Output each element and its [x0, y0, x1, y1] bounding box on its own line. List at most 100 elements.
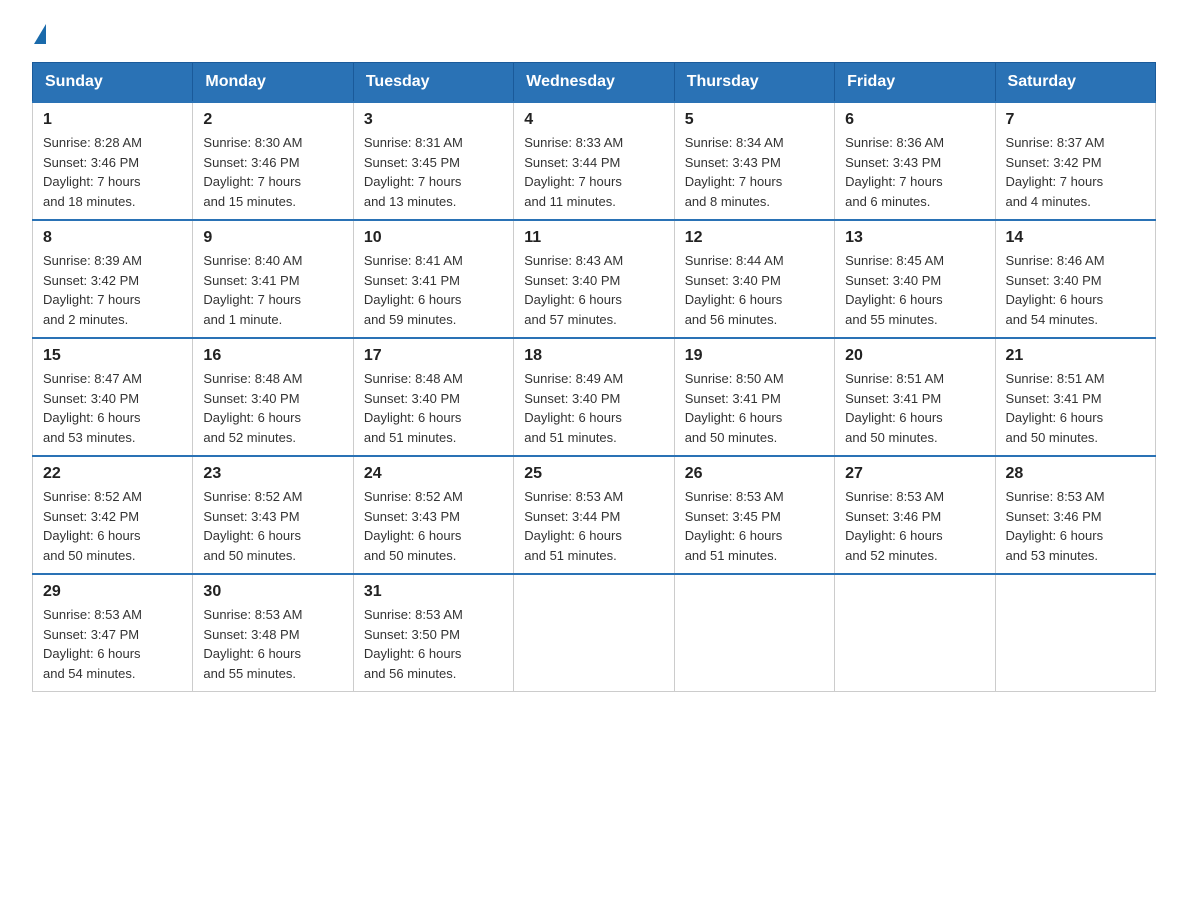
calendar-cell: 22 Sunrise: 8:52 AM Sunset: 3:42 PM Dayli… — [33, 456, 193, 574]
day-number: 29 — [43, 583, 182, 601]
calendar-cell: 13 Sunrise: 8:45 AM Sunset: 3:40 PM Dayli… — [835, 220, 995, 338]
calendar-cell: 3 Sunrise: 8:31 AM Sunset: 3:45 PM Daylig… — [353, 102, 513, 220]
day-info: Sunrise: 8:40 AM Sunset: 3:41 PM Dayligh… — [203, 251, 342, 329]
calendar-cell: 10Sunrise: 8:41 AM Sunset: 3:41 PM Dayli… — [353, 220, 513, 338]
weekday-header-friday: Friday — [835, 63, 995, 103]
day-number: 26 — [685, 465, 824, 483]
day-info: Sunrise: 8:33 AM Sunset: 3:44 PM Dayligh… — [524, 133, 663, 211]
day-info: Sunrise: 8:52 AM Sunset: 3:43 PM Dayligh… — [364, 487, 503, 565]
calendar-cell: 7Sunrise: 8:37 AM Sunset: 3:42 PM Daylig… — [995, 102, 1155, 220]
day-info: Sunrise: 8:52 AM Sunset: 3:43 PM Dayligh… — [203, 487, 342, 565]
day-info: Sunrise: 8:34 AM Sunset: 3:43 PM Dayligh… — [685, 133, 824, 211]
day-info: Sunrise: 8:37 AM Sunset: 3:42 PM Dayligh… — [1006, 133, 1145, 211]
calendar-cell: 25 Sunrise: 8:53 AM Sunset: 3:44 PM Dayli… — [514, 456, 674, 574]
calendar-cell: 21 Sunrise: 8:51 AM Sunset: 3:41 PM Dayli… — [995, 338, 1155, 456]
calendar-cell — [674, 574, 834, 692]
day-number: 8 — [43, 229, 182, 247]
calendar-cell — [835, 574, 995, 692]
calendar-cell: 19 Sunrise: 8:50 AM Sunset: 3:41 PM Dayli… — [674, 338, 834, 456]
weekday-header-thursday: Thursday — [674, 63, 834, 103]
day-number: 6 — [845, 111, 984, 129]
day-number: 5 — [685, 111, 824, 129]
logo — [32, 24, 46, 42]
weekday-header-tuesday: Tuesday — [353, 63, 513, 103]
day-number: 24 — [364, 465, 503, 483]
day-number: 1 — [43, 111, 182, 129]
day-number: 23 — [203, 465, 342, 483]
day-info: Sunrise: 8:51 AM Sunset: 3:41 PM Dayligh… — [845, 369, 984, 447]
day-info: Sunrise: 8:51 AM Sunset: 3:41 PM Dayligh… — [1006, 369, 1145, 447]
day-info: Sunrise: 8:48 AM Sunset: 3:40 PM Dayligh… — [364, 369, 503, 447]
day-info: Sunrise: 8:39 AM Sunset: 3:42 PM Dayligh… — [43, 251, 182, 329]
calendar-cell: 17 Sunrise: 8:48 AM Sunset: 3:40 PM Dayli… — [353, 338, 513, 456]
calendar-cell: 18 Sunrise: 8:49 AM Sunset: 3:40 PM Dayli… — [514, 338, 674, 456]
day-info: Sunrise: 8:31 AM Sunset: 3:45 PM Dayligh… — [364, 133, 503, 211]
day-info: Sunrise: 8:46 AM Sunset: 3:40 PM Dayligh… — [1006, 251, 1145, 329]
calendar-cell: 4 Sunrise: 8:33 AM Sunset: 3:44 PM Daylig… — [514, 102, 674, 220]
day-number: 18 — [524, 347, 663, 365]
day-number: 22 — [43, 465, 182, 483]
day-info: Sunrise: 8:45 AM Sunset: 3:40 PM Dayligh… — [845, 251, 984, 329]
day-info: Sunrise: 8:49 AM Sunset: 3:40 PM Dayligh… — [524, 369, 663, 447]
day-number: 2 — [203, 111, 342, 129]
day-info: Sunrise: 8:30 AM Sunset: 3:46 PM Dayligh… — [203, 133, 342, 211]
day-number: 19 — [685, 347, 824, 365]
calendar-cell: 30 Sunrise: 8:53 AM Sunset: 3:48 PM Dayli… — [193, 574, 353, 692]
calendar-cell: 1Sunrise: 8:28 AM Sunset: 3:46 PM Daylig… — [33, 102, 193, 220]
calendar-cell: 11Sunrise: 8:43 AM Sunset: 3:40 PM Dayli… — [514, 220, 674, 338]
day-info: Sunrise: 8:53 AM Sunset: 3:46 PM Dayligh… — [1006, 487, 1145, 565]
day-info: Sunrise: 8:53 AM Sunset: 3:48 PM Dayligh… — [203, 605, 342, 683]
calendar-cell: 15 Sunrise: 8:47 AM Sunset: 3:40 PM Dayli… — [33, 338, 193, 456]
day-number: 17 — [364, 347, 503, 365]
calendar-cell: 9Sunrise: 8:40 AM Sunset: 3:41 PM Daylig… — [193, 220, 353, 338]
weekday-header-monday: Monday — [193, 63, 353, 103]
day-info: Sunrise: 8:53 AM Sunset: 3:45 PM Dayligh… — [685, 487, 824, 565]
day-info: Sunrise: 8:53 AM Sunset: 3:44 PM Dayligh… — [524, 487, 663, 565]
calendar-cell: 12Sunrise: 8:44 AM Sunset: 3:40 PM Dayli… — [674, 220, 834, 338]
day-number: 10 — [364, 229, 503, 247]
day-info: Sunrise: 8:44 AM Sunset: 3:40 PM Dayligh… — [685, 251, 824, 329]
day-number: 27 — [845, 465, 984, 483]
page-header — [32, 24, 1156, 42]
calendar-header-row: SundayMondayTuesdayWednesdayThursdayFrid… — [33, 63, 1156, 103]
day-number: 31 — [364, 583, 503, 601]
day-info: Sunrise: 8:52 AM Sunset: 3:42 PM Dayligh… — [43, 487, 182, 565]
day-number: 3 — [364, 111, 503, 129]
day-number: 30 — [203, 583, 342, 601]
day-info: Sunrise: 8:53 AM Sunset: 3:46 PM Dayligh… — [845, 487, 984, 565]
day-info: Sunrise: 8:36 AM Sunset: 3:43 PM Dayligh… — [845, 133, 984, 211]
calendar-cell: 16 Sunrise: 8:48 AM Sunset: 3:40 PM Dayli… — [193, 338, 353, 456]
day-number: 4 — [524, 111, 663, 129]
weekday-header-sunday: Sunday — [33, 63, 193, 103]
calendar-cell: 20Sunrise: 8:51 AM Sunset: 3:41 PM Dayli… — [835, 338, 995, 456]
calendar-week-row: 1Sunrise: 8:28 AM Sunset: 3:46 PM Daylig… — [33, 102, 1156, 220]
calendar-cell: 5 Sunrise: 8:34 AM Sunset: 3:43 PM Daylig… — [674, 102, 834, 220]
day-number: 13 — [845, 229, 984, 247]
calendar-cell — [995, 574, 1155, 692]
calendar-cell: 8 Sunrise: 8:39 AM Sunset: 3:42 PM Daylig… — [33, 220, 193, 338]
day-number: 16 — [203, 347, 342, 365]
day-number: 25 — [524, 465, 663, 483]
day-number: 28 — [1006, 465, 1145, 483]
weekday-header-wednesday: Wednesday — [514, 63, 674, 103]
calendar-cell: 6 Sunrise: 8:36 AM Sunset: 3:43 PM Daylig… — [835, 102, 995, 220]
calendar-cell: 27 Sunrise: 8:53 AM Sunset: 3:46 PM Dayli… — [835, 456, 995, 574]
day-number: 21 — [1006, 347, 1145, 365]
day-info: Sunrise: 8:53 AM Sunset: 3:47 PM Dayligh… — [43, 605, 182, 683]
day-info: Sunrise: 8:47 AM Sunset: 3:40 PM Dayligh… — [43, 369, 182, 447]
calendar-cell: 14Sunrise: 8:46 AM Sunset: 3:40 PM Dayli… — [995, 220, 1155, 338]
calendar-week-row: 15 Sunrise: 8:47 AM Sunset: 3:40 PM Dayli… — [33, 338, 1156, 456]
calendar-week-row: 8 Sunrise: 8:39 AM Sunset: 3:42 PM Daylig… — [33, 220, 1156, 338]
day-info: Sunrise: 8:48 AM Sunset: 3:40 PM Dayligh… — [203, 369, 342, 447]
calendar-cell: 24 Sunrise: 8:52 AM Sunset: 3:43 PM Dayli… — [353, 456, 513, 574]
calendar-cell: 26 Sunrise: 8:53 AM Sunset: 3:45 PM Dayli… — [674, 456, 834, 574]
calendar-week-row: 22 Sunrise: 8:52 AM Sunset: 3:42 PM Dayli… — [33, 456, 1156, 574]
logo-triangle-icon — [34, 24, 46, 44]
day-info: Sunrise: 8:53 AM Sunset: 3:50 PM Dayligh… — [364, 605, 503, 683]
calendar-cell: 31 Sunrise: 8:53 AM Sunset: 3:50 PM Dayli… — [353, 574, 513, 692]
calendar-cell — [514, 574, 674, 692]
calendar-table: SundayMondayTuesdayWednesdayThursdayFrid… — [32, 62, 1156, 692]
day-number: 15 — [43, 347, 182, 365]
calendar-cell: 2 Sunrise: 8:30 AM Sunset: 3:46 PM Daylig… — [193, 102, 353, 220]
day-info: Sunrise: 8:50 AM Sunset: 3:41 PM Dayligh… — [685, 369, 824, 447]
